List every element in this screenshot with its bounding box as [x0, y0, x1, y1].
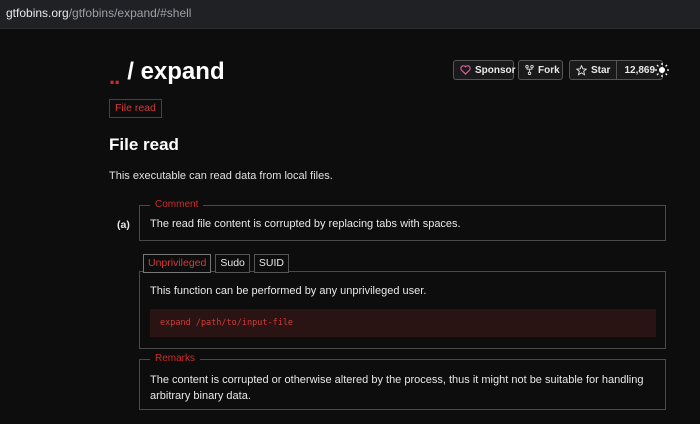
remarks-legend: Remarks	[150, 353, 201, 364]
page-title: .. / expand	[109, 58, 225, 89]
star-button[interactable]: Star	[570, 61, 618, 79]
url-path: /gtfobins/expand/#shell	[68, 6, 192, 20]
comment-box: Comment The read file content is corrupt…	[139, 199, 666, 241]
fork-label: Fork	[538, 64, 560, 76]
tab-suid[interactable]: SUID	[253, 254, 289, 273]
section-description: This executable can read data from local…	[109, 170, 333, 182]
context-tabs: Unprivileged Sudo SUID	[143, 254, 289, 273]
panel-text: This function can be performed by any un…	[150, 285, 427, 297]
code-block[interactable]: expand /path/to/input-file	[150, 309, 656, 337]
remarks-box: Remarks The content is corrupted or othe…	[139, 353, 666, 410]
star-icon	[576, 64, 587, 76]
gtfobins-logo[interactable]: ..	[109, 64, 120, 90]
entry-label: (a)	[117, 219, 130, 231]
comment-text: The read file content is corrupted by re…	[150, 218, 461, 230]
section-heading: File read	[109, 135, 179, 154]
function-badge-file-read[interactable]: File read	[109, 99, 162, 118]
browser-address-bar[interactable]: gtfobins.org/gtfobins/expand/#shell	[0, 0, 700, 29]
url-text[interactable]: gtfobins.org/gtfobins/expand/#shell	[6, 6, 191, 20]
comment-legend: Comment	[150, 199, 204, 210]
remarks-text: The content is corrupted or otherwise al…	[150, 374, 644, 402]
theme-toggle-sun-icon[interactable]	[654, 62, 670, 78]
url-host: gtfobins.org	[6, 6, 69, 20]
sponsor-label: Sponsor	[475, 64, 516, 76]
sponsor-button[interactable]: Sponsor	[453, 60, 516, 80]
star-button-group: Star 12,869	[569, 60, 664, 80]
star-label: Star	[591, 64, 611, 76]
context-panel: This function can be performed by any un…	[139, 271, 666, 349]
fork-icon	[525, 65, 534, 75]
title-text: expand	[140, 58, 225, 85]
fork-button[interactable]: Fork	[518, 60, 563, 80]
code-text: expand /path/to/input-file	[160, 318, 294, 328]
title-separator: /	[127, 58, 134, 85]
heart-icon	[460, 65, 471, 75]
tab-sudo[interactable]: Sudo	[215, 254, 250, 273]
tab-unprivileged[interactable]: Unprivileged	[143, 254, 212, 273]
